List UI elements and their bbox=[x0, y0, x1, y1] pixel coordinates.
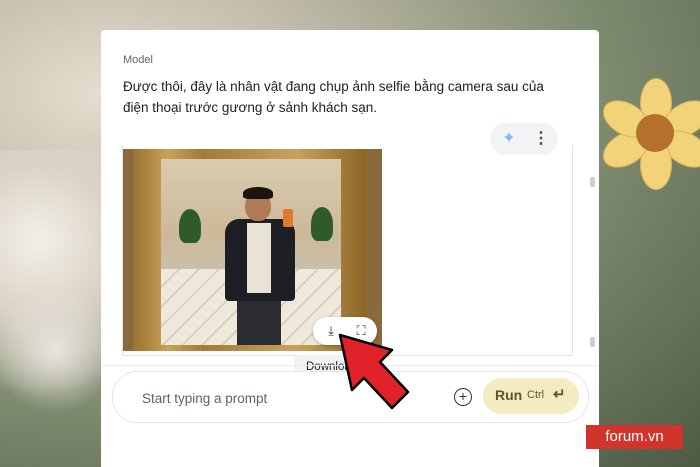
model-response-text: Được thôi, đây là nhân vật đang chụp ảnh… bbox=[123, 79, 544, 115]
prompt-input[interactable] bbox=[140, 386, 444, 410]
background-flower-right bbox=[596, 78, 700, 190]
enter-icon: ↵ bbox=[553, 386, 566, 403]
watermark: forum.vn bbox=[586, 425, 683, 449]
run-button[interactable]: Run Ctrl ↵ bbox=[483, 378, 579, 414]
watermark-text: forum.vn bbox=[605, 428, 664, 445]
add-circle-icon[interactable]: + bbox=[454, 388, 472, 406]
model-role-label: Model bbox=[123, 54, 153, 66]
scrollbar-thumb-bottom[interactable] bbox=[590, 337, 595, 347]
phone bbox=[283, 209, 293, 227]
plant-right bbox=[311, 207, 333, 241]
plant-left bbox=[179, 209, 201, 243]
image-action-pill: ⤓ ⛶ bbox=[313, 317, 377, 345]
background-blur-left-lower bbox=[0, 280, 110, 420]
download-icon[interactable]: ⤓ bbox=[322, 322, 340, 340]
run-shortcut: Ctrl bbox=[527, 389, 545, 401]
run-label: Run bbox=[495, 387, 523, 403]
divider bbox=[101, 365, 599, 366]
person-legs bbox=[237, 299, 281, 345]
person-hair bbox=[243, 187, 273, 199]
chat-panel: Model Được thôi, đây là nhân vật đang ch… bbox=[101, 30, 599, 467]
prompt-bar: + Run Ctrl ↵ bbox=[112, 371, 589, 423]
fullscreen-icon[interactable]: ⛶ bbox=[352, 322, 370, 340]
mirror-reflection bbox=[161, 159, 341, 345]
person-shirt bbox=[247, 223, 271, 293]
scrollbar-thumb-top[interactable] bbox=[590, 177, 595, 187]
